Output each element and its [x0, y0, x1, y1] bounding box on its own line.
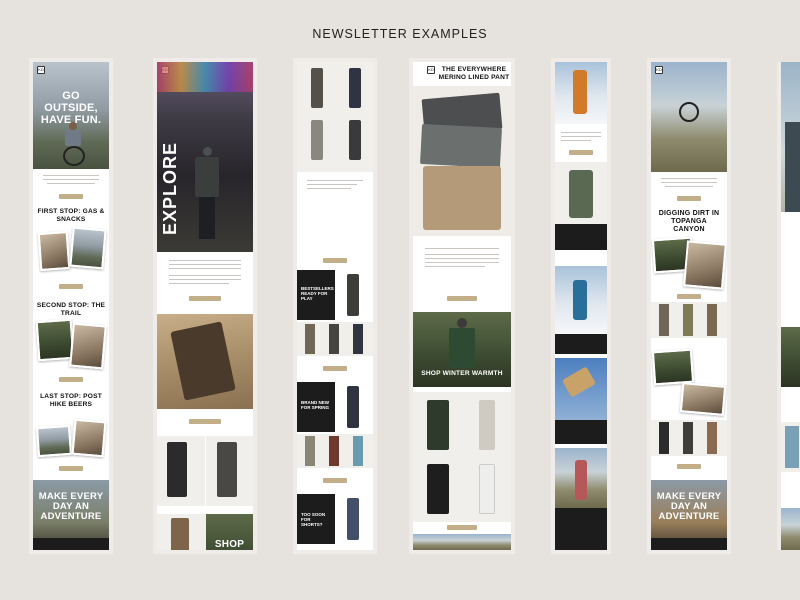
cta-button[interactable] — [59, 377, 83, 382]
trail-photo-2 — [69, 322, 107, 370]
section-heading: SECOND STOP: THE TRAIL — [36, 302, 106, 317]
brand-logo: KD — [427, 66, 435, 74]
ride-photo-2 — [679, 382, 727, 416]
cta-button[interactable] — [323, 478, 347, 483]
product-row — [297, 322, 373, 356]
hiker-figure — [61, 122, 85, 167]
footer-image — [413, 534, 511, 550]
newsletter-7[interactable] — [777, 62, 800, 550]
cta-button[interactable] — [323, 258, 347, 263]
product-grid — [413, 392, 511, 522]
cta-button[interactable] — [447, 525, 477, 530]
brand-logo: KD — [37, 66, 45, 74]
product-row — [651, 302, 727, 338]
mid-heading: SHOP WINTER WARMTH — [421, 370, 503, 377]
cta-button[interactable] — [677, 294, 701, 299]
section-heading: DIGGING DIRT IN TOPANGA CANYON — [658, 210, 720, 233]
cta-button[interactable] — [189, 296, 221, 301]
pants-flatlay — [157, 314, 253, 409]
spring-card[interactable]: BRAND NEW FOR SPRING — [297, 382, 373, 432]
newsletter-1[interactable]: KD GO OUTSIDE, HAVE FUN. FIRST STOP: GAS… — [33, 62, 109, 550]
product-row — [297, 434, 373, 468]
gas-station-photo — [37, 230, 71, 272]
card-title: BRAND NEW FOR SPRING — [301, 400, 330, 410]
product-caption — [555, 224, 607, 250]
newsletter-3[interactable]: BESTSELLERS READY FOR PLAY BRAND NEW FOR… — [297, 62, 373, 550]
product-image — [555, 162, 607, 224]
cta-button[interactable] — [447, 296, 477, 301]
footer-image: MAKE EVERY DAY AN ADVENTURE — [651, 480, 727, 550]
product-row — [651, 420, 727, 456]
product-caption — [555, 420, 607, 444]
card-title: BESTSELLERS READY FOR PLAY — [301, 286, 334, 301]
snacks-photo — [69, 226, 107, 270]
skier-image — [555, 266, 607, 334]
product-caption — [555, 334, 607, 354]
cta-button[interactable] — [189, 419, 221, 424]
hero-image: KD EXPLORE — [157, 62, 253, 252]
section-heading: FIRST STOP: GAS & SNACKS — [37, 208, 105, 223]
cta-button[interactable] — [59, 466, 83, 471]
hero-heading: THE EVERYWHERE MERINO LINED PANT — [438, 66, 510, 81]
hero-image — [781, 62, 800, 212]
product-grid-2: SHOP ALL — [157, 514, 253, 550]
product — [781, 422, 800, 472]
cta-button[interactable] — [569, 150, 593, 155]
card-title: TOO SOON FOR SHORTS? — [301, 512, 326, 527]
footer-image: MAKE EVERY DAY AN ADVENTURE — [33, 480, 109, 550]
beers-photo-2 — [71, 418, 107, 458]
cta-button[interactable] — [677, 464, 701, 469]
footer-heading: MAKE EVERY DAY AN ADVENTURE — [38, 491, 104, 522]
snow-image — [555, 62, 607, 124]
pants-hero-image — [413, 86, 511, 236]
footer-heading: MAKE EVERY DAY AN ADVENTURE — [656, 491, 722, 522]
ride-photo — [651, 348, 695, 386]
cta-button[interactable] — [59, 194, 83, 199]
explorer-figure — [193, 147, 221, 247]
winter-hero-image: SHOP WINTER WARMTH — [413, 312, 511, 387]
product-caption — [555, 508, 607, 550]
photo — [781, 327, 800, 387]
cta-button[interactable] — [677, 196, 701, 201]
beers-photo — [35, 424, 73, 458]
shop-all-text[interactable]: SHOP ALL — [206, 540, 253, 551]
hero-heading: GO OUTSIDE, HAVE FUN. — [40, 90, 102, 126]
newsletter-5[interactable] — [555, 62, 607, 550]
photo-2 — [781, 508, 800, 550]
cta-button[interactable] — [323, 366, 347, 371]
brand-logo: KD — [655, 66, 663, 74]
shorts-card[interactable]: TOO SOON FOR SHORTS? — [297, 494, 373, 544]
newsletter-2[interactable]: KD EXPLORE SHOP ALL — [157, 62, 253, 550]
product-grid — [297, 62, 373, 172]
hero-image: KD GO OUTSIDE, HAVE FUN. — [33, 62, 109, 169]
bestsellers-card[interactable]: BESTSELLERS READY FOR PLAY — [297, 270, 373, 320]
product-grid — [157, 436, 253, 506]
snow-mountain-image — [555, 448, 607, 508]
newsletter-6[interactable]: KD DIGGING DIRT IN TOPANGA CANYON MAKE E… — [651, 62, 727, 550]
cta-button[interactable] — [59, 284, 83, 289]
hero-vertical-text: EXPLORE — [160, 142, 180, 236]
trail-photo — [35, 318, 75, 362]
section-heading: LAST STOP: POST HIKE BEERS — [40, 393, 102, 408]
skier-image-2 — [555, 358, 607, 420]
dirt-photo-2 — [683, 240, 727, 290]
biker-hero-image: KD — [651, 62, 727, 172]
page-title: NEWSLETTER EXAMPLES — [312, 27, 488, 41]
newsletter-4[interactable]: KD THE EVERYWHERE MERINO LINED PANT SHOP… — [413, 62, 511, 550]
